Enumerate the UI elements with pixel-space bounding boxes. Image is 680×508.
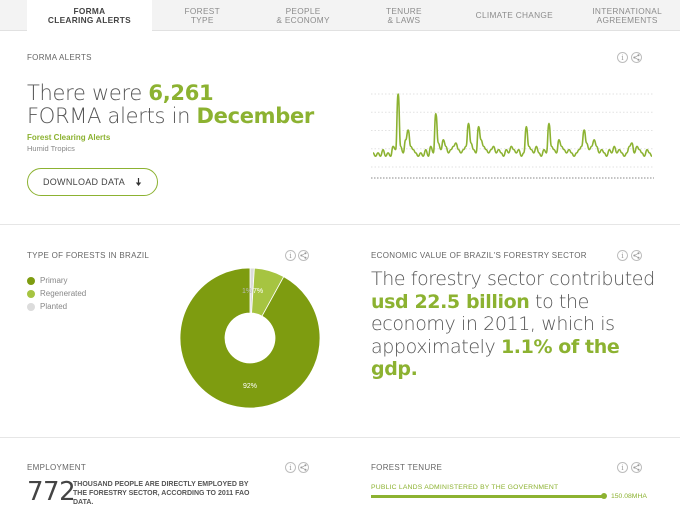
forest-legend: Primary Regenerated Planted (27, 274, 86, 313)
divider (0, 437, 680, 438)
economy-value: usd 22.5 billion (371, 290, 530, 313)
pie-label-primary: 92% (243, 383, 257, 390)
tab-label-line1: CLIMATE CHANGE (475, 10, 554, 20)
legend-label: Planted (40, 302, 68, 311)
forma-headline: There were 6,261 FORMA alerts in Decembe… (27, 82, 314, 128)
forma-section-title: FORMA ALERTS (27, 53, 92, 62)
tab-label: CLIMATE CHANGE (476, 11, 553, 20)
headline-text-2: FORMA alerts in (27, 104, 197, 128)
legend-label: Primary (40, 276, 68, 285)
tab-label: PEOPLE & ECONOMY (276, 6, 330, 25)
down-arrow-icon (135, 177, 142, 186)
info-icon[interactable]: i (617, 52, 628, 63)
tenure-bar-label: PUBLIC LANDS ADMINISTERED BY THE GOVERNM… (371, 484, 559, 491)
divider (0, 224, 680, 225)
tab-label: TENURE & LAWS (386, 6, 422, 25)
download-data-button[interactable]: DOWNLOAD DATA (27, 168, 158, 196)
tab-label-line2: CLEARING ALERTS (47, 15, 131, 25)
info-icon[interactable]: i (285, 250, 296, 261)
employment-value: 772 (27, 477, 76, 507)
series-line (372, 93, 653, 157)
pie-label-regenerated: 7% (253, 288, 263, 295)
headline-text-1: There were (27, 81, 149, 105)
forma-line-chart (371, 93, 654, 179)
tenure-bar (371, 495, 604, 498)
tab-label-line2: TYPE (190, 14, 214, 25)
tab-1[interactable]: FOREST TYPE (152, 0, 253, 31)
share-icon[interactable] (298, 250, 309, 261)
forest-donut-chart: 92% 7%1% (179, 267, 321, 409)
tenure-bar-dot (601, 493, 607, 499)
legend-dot (27, 302, 35, 311)
legend-item: Planted (27, 300, 86, 313)
tab-0[interactable]: FORMA CLEARING ALERTS (27, 0, 152, 32)
tab-label: INTERNATIONAL AGREEMENTS (592, 6, 662, 25)
legend-item: Primary (27, 274, 86, 287)
legend-item: Regenerated (27, 287, 86, 300)
forma-sub-gray: Humid Tropics (27, 144, 75, 153)
employment-text: THOUSAND PEOPLE ARE DIRECTLY EMPLOYED BY… (73, 481, 250, 506)
forma-sub-green: Forest Clearing Alerts (27, 133, 111, 142)
tab-label-line2: AGREEMENTS (596, 14, 658, 25)
download-label: DOWNLOAD DATA (42, 177, 126, 187)
info-icon[interactable]: i (617, 462, 628, 473)
economy-title: ECONOMIC VALUE OF BRAZIL'S FORESTRY SECT… (371, 251, 587, 260)
tab-3[interactable]: TENURE & LAWS (354, 0, 455, 31)
tab-bar: FORMA CLEARING ALERTS FOREST TYPE PEOPLE & EC… (0, 0, 680, 32)
tab-label-line2: & ECONOMY (276, 14, 330, 25)
info-icon[interactable]: i (617, 250, 628, 261)
pie-label-planted: 1% (242, 288, 252, 295)
share-icon[interactable] (631, 462, 642, 473)
economy-statement: The forestry sector contributed usd 22.5… (371, 268, 661, 381)
tab-label: FORMA CLEARING ALERTS (48, 7, 131, 25)
tenure-value: 150.08MHA (611, 493, 647, 500)
tab-5[interactable]: INTERNATIONAL AGREEMENTS (574, 0, 680, 31)
employment-title: EMPLOYMENT (27, 463, 87, 472)
info-icon[interactable]: i (285, 462, 296, 473)
legend-label: Regenerated (40, 289, 87, 298)
share-icon[interactable] (631, 52, 642, 63)
tenure-title: FOREST TENURE (371, 463, 443, 472)
legend-dot (27, 289, 35, 298)
tab-label: FOREST TYPE (185, 6, 220, 25)
tab-2[interactable]: PEOPLE & ECONOMY (253, 0, 354, 31)
tab-label-line2: & LAWS (387, 14, 421, 25)
share-icon[interactable] (631, 250, 642, 261)
economy-text-1: The forestry sector contributed (371, 268, 655, 290)
alert-count: 6,261 (148, 81, 214, 105)
forest-type-title: TYPE OF FORESTS IN BRAZIL (27, 251, 150, 260)
legend-dot (27, 276, 35, 285)
share-icon[interactable] (298, 462, 309, 473)
alert-month: December (196, 104, 315, 128)
tab-4[interactable]: CLIMATE CHANGE (454, 0, 574, 31)
